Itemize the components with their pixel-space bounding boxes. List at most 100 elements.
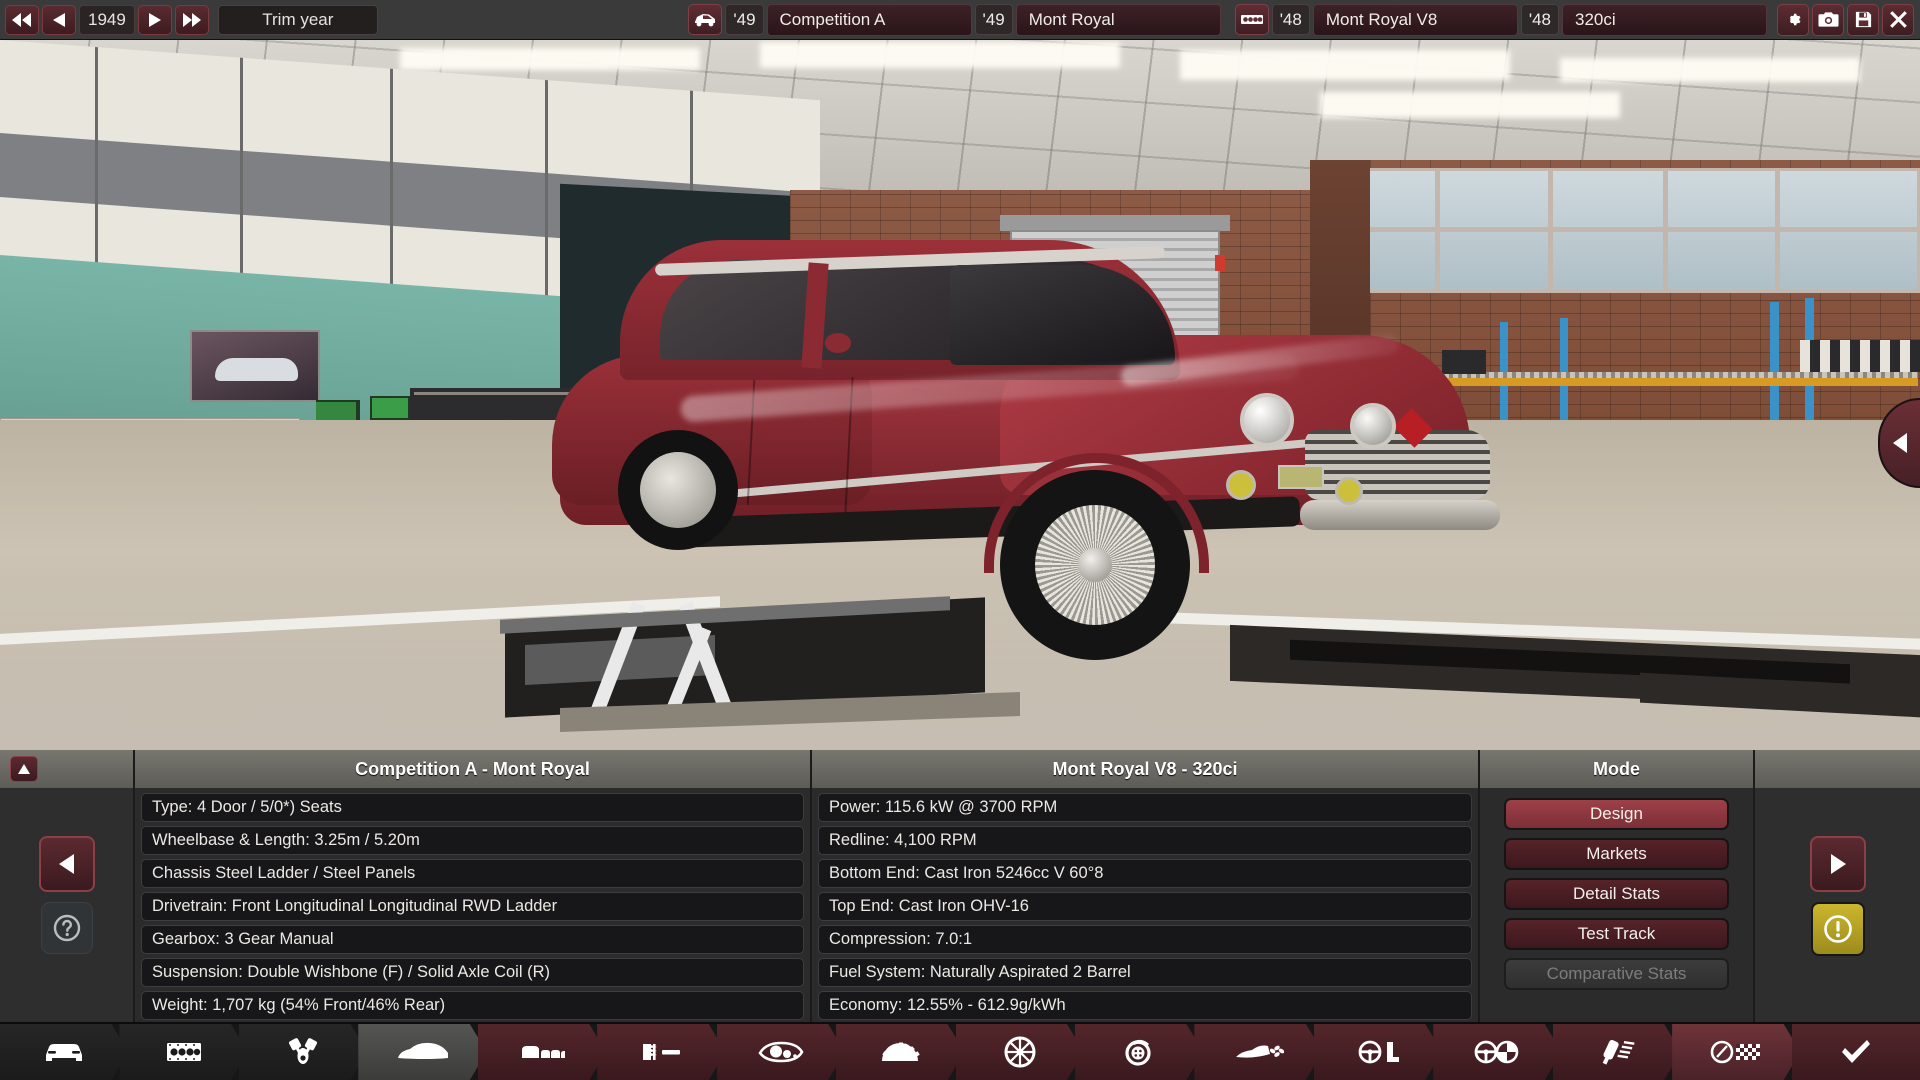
- steering-lever-icon: [1356, 1039, 1400, 1065]
- save-button[interactable]: [1847, 4, 1879, 36]
- checkmark-icon: [1839, 1038, 1873, 1066]
- automation-car-designer: 1949 Trim year '49 Competition A '49 Mon…: [0, 0, 1920, 1080]
- ceiling-light: [760, 42, 1120, 68]
- engine-block-icon: [1235, 4, 1269, 35]
- topbar-spacer: [378, 0, 689, 40]
- mode-button-comparative-stats: Comparative Stats: [1504, 958, 1729, 990]
- step-seats[interactable]: [478, 1024, 606, 1080]
- step-suspension[interactable]: [1553, 1024, 1681, 1080]
- engine-family-year: '48: [1272, 4, 1310, 35]
- brake-disc-icon: [1122, 1036, 1156, 1068]
- panel-body-row: Type: 4 Door / 5/0*) Seats Wheelbase & L…: [0, 788, 1920, 1022]
- engine-stat-row: Power: 115.6 kW @ 3700 RPM: [818, 793, 1472, 822]
- engine-stat-row: Economy: 12.55% - 612.9g/kWh: [818, 991, 1472, 1020]
- aerodynamics-icon: [1234, 1041, 1284, 1063]
- step-interior[interactable]: [1433, 1024, 1561, 1080]
- current-year: 1949: [79, 5, 135, 35]
- year-nav-group: 1949 Trim year: [0, 0, 378, 40]
- engine-variant-name-field[interactable]: 320ci: [1562, 4, 1767, 36]
- car-stat-row: Weight: 1,707 kg (54% Front/46% Rear): [141, 991, 804, 1020]
- mode-button-design[interactable]: Design: [1504, 798, 1729, 830]
- engine-panel-title: Mont Royal V8 - 320ci: [812, 750, 1480, 788]
- engine-stat-row: Compression: 7.0:1: [818, 925, 1472, 954]
- mode-panel-title: Mode: [1480, 750, 1755, 788]
- chassis-icon: [638, 1039, 684, 1065]
- step-chassis[interactable]: [597, 1024, 725, 1080]
- step-wheels[interactable]: [956, 1024, 1084, 1080]
- damper-spring-icon: [1596, 1037, 1638, 1067]
- engine-block-icon: [163, 1039, 205, 1065]
- warning-button[interactable]: [1811, 902, 1865, 956]
- stacked-parts: [1800, 340, 1920, 372]
- skip-forward-button[interactable]: [175, 5, 209, 35]
- left-nav-column: [0, 788, 135, 1022]
- collapse-panel-button[interactable]: [10, 756, 38, 782]
- ceiling-light: [400, 48, 700, 70]
- car-body-icon: [396, 1040, 450, 1064]
- car-stat-row: Chassis Steel Ladder / Steel Panels: [141, 859, 804, 888]
- close-button[interactable]: [1882, 4, 1914, 36]
- settings-button[interactable]: [1777, 4, 1809, 36]
- engine-stat-row: Bottom End: Cast Iron 5246cc V 60°8: [818, 859, 1472, 888]
- step-gearbox[interactable]: [836, 1024, 964, 1080]
- mode-button-detail-stats[interactable]: Detail Stats: [1504, 878, 1729, 910]
- step-test-track[interactable]: [1672, 1024, 1800, 1080]
- ceiling-light: [1560, 58, 1860, 82]
- car-panel-title: Competition A - Mont Royal: [135, 750, 812, 788]
- car-model-name-field[interactable]: Competition A: [767, 4, 972, 36]
- screenshot-button[interactable]: [1812, 4, 1844, 36]
- bottom-info-panel: Competition A - Mont Royal Mont Royal V8…: [0, 750, 1920, 1022]
- license-plate: [1278, 465, 1324, 489]
- trim-year-label[interactable]: Trim year: [218, 5, 378, 35]
- step-engine-internals[interactable]: [239, 1024, 367, 1080]
- next-step-button[interactable]: [1810, 836, 1866, 892]
- skip-back-button[interactable]: [5, 5, 39, 35]
- car-stats-column: Type: 4 Door / 5/0*) Seats Wheelbase & L…: [135, 788, 812, 1022]
- header-spacer: [1755, 750, 1920, 788]
- car-3d-model[interactable]: [560, 215, 1510, 645]
- step-drivetrain[interactable]: [1314, 1024, 1442, 1080]
- panel-header-row: Competition A - Mont Royal Mont Royal V8…: [0, 750, 1920, 788]
- step-brakes[interactable]: [1075, 1024, 1203, 1080]
- step-back-button[interactable]: [42, 5, 76, 35]
- previous-step-button[interactable]: [39, 836, 95, 892]
- poster-car: [215, 358, 298, 381]
- steering-interior-icon: [1473, 1039, 1521, 1065]
- right-nav-column: [1755, 788, 1920, 1022]
- car-stat-row: Suspension: Double Wishbone (F) / Solid …: [141, 958, 804, 987]
- step-engine[interactable]: [119, 1024, 247, 1080]
- fog-light: [1335, 477, 1363, 505]
- design-step-toolbar: [0, 1022, 1920, 1080]
- wheel-rim-icon: [1004, 1036, 1036, 1068]
- mode-button-markets[interactable]: Markets: [1504, 838, 1729, 870]
- engine-selector-group: '48 Mont Royal V8 '48 320ci: [1235, 4, 1767, 36]
- help-button[interactable]: [41, 902, 93, 954]
- mode-button-test-track[interactable]: Test Track: [1504, 918, 1729, 950]
- mode-column: Design Markets Detail Stats Test Track C…: [1480, 788, 1755, 1022]
- engine-stat-row: Fuel System: Naturally Aspirated 2 Barre…: [818, 958, 1472, 987]
- car-stat-row: Drivetrain: Front Longitudinal Longitudi…: [141, 892, 804, 921]
- front-bumper: [1300, 500, 1500, 530]
- step-lights[interactable]: [717, 1024, 845, 1080]
- seats-icon: [518, 1040, 566, 1064]
- step-car-overview[interactable]: [0, 1024, 128, 1080]
- step-aero[interactable]: [1194, 1024, 1322, 1080]
- step-body[interactable]: [358, 1024, 486, 1080]
- headlight-icon: [757, 1040, 805, 1064]
- step-finish[interactable]: [1792, 1024, 1920, 1080]
- wall-poster: [190, 330, 320, 402]
- monitor-screen: [372, 398, 408, 418]
- collapse-header-cell: [0, 750, 135, 788]
- car-stat-row: Gearbox: 3 Gear Manual: [141, 925, 804, 954]
- engine-variant-year: '48: [1521, 4, 1559, 35]
- car-trim-name-field[interactable]: Mont Royal: [1016, 4, 1221, 36]
- step-forward-button[interactable]: [138, 5, 172, 35]
- ceiling-light: [1180, 50, 1510, 80]
- engine-stats-column: Power: 115.6 kW @ 3700 RPM Redline: 4,10…: [812, 788, 1480, 1022]
- engine-family-name-field[interactable]: Mont Royal V8: [1313, 4, 1518, 36]
- ceiling-light: [1320, 92, 1620, 118]
- fog-light: [1226, 470, 1256, 500]
- headlight-right: [1350, 403, 1396, 449]
- valves-icon: [285, 1037, 321, 1067]
- car-3d-viewport[interactable]: [0, 40, 1920, 750]
